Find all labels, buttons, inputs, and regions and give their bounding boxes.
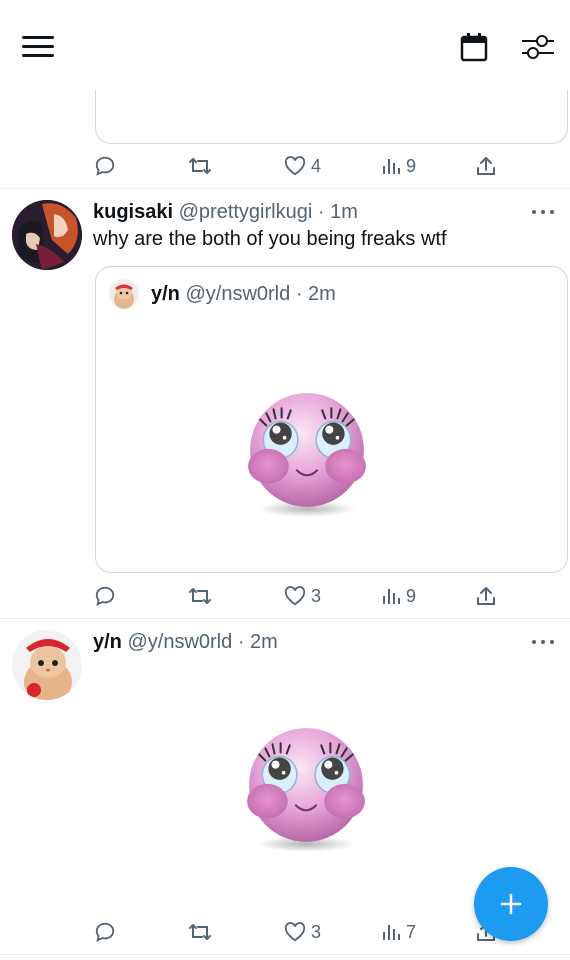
sliders-icon[interactable]: [520, 32, 554, 62]
post-header: y/n @y/nsw0rld · 2m: [93, 631, 278, 654]
like-button[interactable]: 3: [284, 586, 321, 607]
views-button[interactable]: 9: [381, 586, 416, 607]
reply-icon: [95, 586, 115, 606]
share-icon: [477, 157, 495, 175]
timestamp[interactable]: 2m: [250, 631, 278, 653]
repost-button[interactable]: [188, 155, 217, 177]
handle[interactable]: @prettygirlkugi: [179, 201, 313, 223]
post-header: kugisaki @prettygirlkugi · 1m: [93, 201, 358, 224]
repost-icon: [189, 158, 211, 174]
reply-button[interactable]: [94, 585, 121, 607]
display-name: y/n: [151, 283, 180, 305]
heart-icon: [284, 586, 306, 606]
timestamp[interactable]: 1m: [330, 201, 358, 223]
hamburger-icon[interactable]: [22, 36, 54, 58]
post-actions: 3 7: [94, 918, 504, 946]
more-options-icon[interactable]: [532, 208, 554, 216]
post-actions: 4 9: [94, 152, 504, 180]
like-button[interactable]: 4: [284, 156, 321, 177]
display-name[interactable]: kugisaki: [93, 201, 173, 223]
compose-button[interactable]: [474, 867, 548, 941]
share-button[interactable]: [476, 586, 496, 606]
views-button[interactable]: 7: [381, 922, 416, 943]
reply-icon: [95, 156, 115, 176]
more-options-icon[interactable]: [532, 638, 554, 646]
blushing-emoji-image[interactable]: [245, 724, 367, 852]
share-button[interactable]: [476, 156, 496, 176]
reply-icon: [95, 922, 115, 942]
repost-button[interactable]: [188, 585, 217, 607]
avatar: [109, 279, 139, 309]
avatar[interactable]: [12, 200, 82, 270]
repost-button[interactable]: [188, 921, 217, 943]
separator: ·: [295, 283, 303, 305]
reply-button[interactable]: [94, 921, 121, 943]
blushing-emoji-image: [247, 392, 367, 517]
plus-icon: [500, 893, 522, 915]
handle[interactable]: @y/nsw0rld: [127, 631, 232, 653]
views-icon: [383, 925, 400, 940]
quoted-post-header: y/n @y/nsw0rld · 2m: [151, 283, 336, 306]
repost-icon: [189, 588, 211, 604]
heart-icon: [284, 922, 306, 942]
views-button[interactable]: 9: [381, 156, 416, 177]
repost-icon: [189, 924, 211, 940]
divider: [0, 618, 570, 619]
display-name[interactable]: y/n: [93, 631, 122, 653]
top-bar: [0, 0, 570, 90]
calendar-icon[interactable]: [460, 32, 488, 62]
post-actions: 3 9: [94, 582, 504, 610]
share-icon: [477, 587, 495, 605]
like-button[interactable]: 3: [284, 922, 321, 943]
timestamp: 2m: [308, 283, 336, 305]
heart-icon: [284, 156, 306, 176]
reply-button[interactable]: [94, 155, 121, 177]
quoted-post[interactable]: y/n @y/nsw0rld · 2m: [95, 266, 568, 573]
divider: [0, 188, 570, 189]
views-icon: [383, 589, 400, 604]
handle: @y/nsw0rld: [185, 283, 291, 305]
separator: ·: [237, 631, 245, 653]
avatar[interactable]: [12, 630, 82, 700]
views-icon: [383, 159, 400, 174]
post-text: why are the both of you being freaks wtf: [93, 228, 447, 250]
separator: ·: [317, 201, 325, 223]
divider: [0, 954, 570, 955]
